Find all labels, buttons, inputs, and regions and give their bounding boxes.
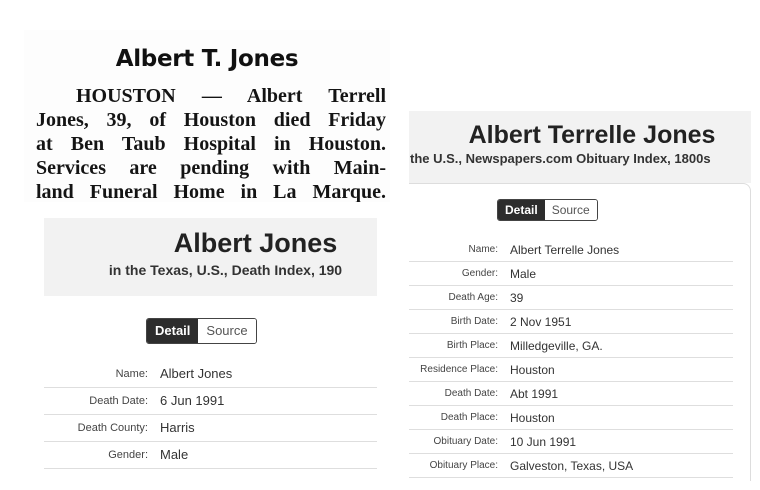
field-value: Harris bbox=[160, 420, 195, 435]
field-value: Albert Terrelle Jones bbox=[510, 242, 620, 257]
detail-source-toggle: Detail Source bbox=[146, 318, 257, 344]
field-value: Galveston, Texas, USA bbox=[510, 458, 634, 473]
detail-tab[interactable]: Detail bbox=[498, 200, 545, 220]
source-tab[interactable]: Source bbox=[198, 319, 256, 343]
field-value: 39 bbox=[510, 290, 524, 305]
record-row-obituary-date: Obituary Date: 10 Jun 1991 bbox=[409, 430, 733, 454]
field-label: Gender: bbox=[108, 448, 148, 461]
field-label: Obituary Date: bbox=[433, 436, 498, 447]
field-value: 10 Jun 1991 bbox=[510, 434, 577, 449]
record-row-death-county: Death County: Harris bbox=[44, 414, 377, 442]
texas-death-index-panel: Albert Jones in the Texas, U.S., Death I… bbox=[44, 218, 377, 480]
field-label: Death Date: bbox=[89, 394, 148, 407]
record-header: Albert Terrelle Jones the U.S., Newspape… bbox=[409, 111, 751, 183]
clipping-line: HOUSTON — Albert Terrell bbox=[76, 85, 386, 107]
source-tab[interactable]: Source bbox=[544, 200, 597, 220]
field-value: Abt 1991 bbox=[510, 386, 559, 401]
field-value: 6 Jun 1991 bbox=[160, 393, 225, 408]
record-row-gender: Gender: Male bbox=[409, 262, 733, 286]
record-row-birth-place: Birth Place: Milledgeville, GA. bbox=[409, 334, 733, 358]
clipping-line: at Ben Taub Hospital in Houston. bbox=[36, 133, 386, 155]
record-row-residence-place: Residence Place: Houston bbox=[409, 358, 733, 382]
field-value: 2 Nov 1951 bbox=[510, 314, 572, 329]
clipping-line: Jones, 39, of Houston died Friday bbox=[36, 109, 386, 131]
field-label: Name: bbox=[115, 367, 148, 380]
field-label: Death County: bbox=[77, 421, 148, 434]
field-label: Residence Place: bbox=[420, 364, 498, 375]
field-label: Gender: bbox=[461, 268, 498, 279]
record-row-death-date: Death Date: 6 Jun 1991 bbox=[44, 387, 377, 415]
record-collection: the U.S., Newspapers.com Obituary Index,… bbox=[410, 151, 711, 166]
record-row-death-age: Death Age: 39 bbox=[409, 286, 733, 310]
field-label: Death Date: bbox=[444, 388, 498, 399]
field-value: Male bbox=[160, 447, 189, 462]
record-row-birth-date: Birth Date: 2 Nov 1951 bbox=[409, 310, 733, 334]
record-collection: in the Texas, U.S., Death Index, 190 bbox=[108, 262, 343, 278]
clipping-title: Albert T. Jones bbox=[115, 46, 299, 72]
field-value: Houston bbox=[510, 410, 555, 425]
record-title: Albert Terrelle Jones bbox=[468, 121, 716, 149]
field-label: Obituary Place: bbox=[429, 460, 498, 471]
detail-source-toggle: Detail Source bbox=[497, 199, 598, 221]
field-label: Birth Place: bbox=[446, 340, 498, 351]
record-row-death-date: Death Date: Abt 1991 bbox=[409, 382, 733, 406]
field-label: Birth Date: bbox=[450, 316, 498, 327]
field-label: Name: bbox=[468, 244, 498, 255]
field-label: Death Age: bbox=[448, 292, 498, 303]
field-value: Male bbox=[510, 266, 537, 281]
record-row-obituary-place: Obituary Place: Galveston, Texas, USA bbox=[409, 454, 733, 478]
record-header: Albert Jones in the Texas, U.S., Death I… bbox=[44, 218, 377, 296]
obituary-index-panel: Albert Terrelle Jones the U.S., Newspape… bbox=[409, 111, 751, 481]
field-value: Houston bbox=[510, 362, 555, 377]
field-label: Death Place: bbox=[440, 412, 498, 423]
field-value: Milledgeville, GA. bbox=[510, 338, 603, 353]
record-row-name: Name: Albert Jones bbox=[44, 360, 377, 388]
clipping-body: HOUSTON — Albert Terrell Jones, 39, of H… bbox=[36, 84, 386, 202]
clipping-line: Services are pending with Main- bbox=[36, 157, 386, 179]
clipping-line: land Funeral Home in La Marque. bbox=[36, 181, 386, 202]
detail-tab[interactable]: Detail bbox=[147, 319, 199, 343]
record-row-name: Name: Albert Terrelle Jones bbox=[409, 238, 733, 262]
record-row-death-place: Death Place: Houston bbox=[409, 406, 733, 430]
record-row-gender: Gender: Male bbox=[44, 441, 377, 469]
field-value: Albert Jones bbox=[160, 366, 233, 381]
obituary-clipping: Albert T. Jones HOUSTON — Albert Terrell… bbox=[24, 30, 390, 202]
record-title: Albert Jones bbox=[173, 228, 338, 258]
